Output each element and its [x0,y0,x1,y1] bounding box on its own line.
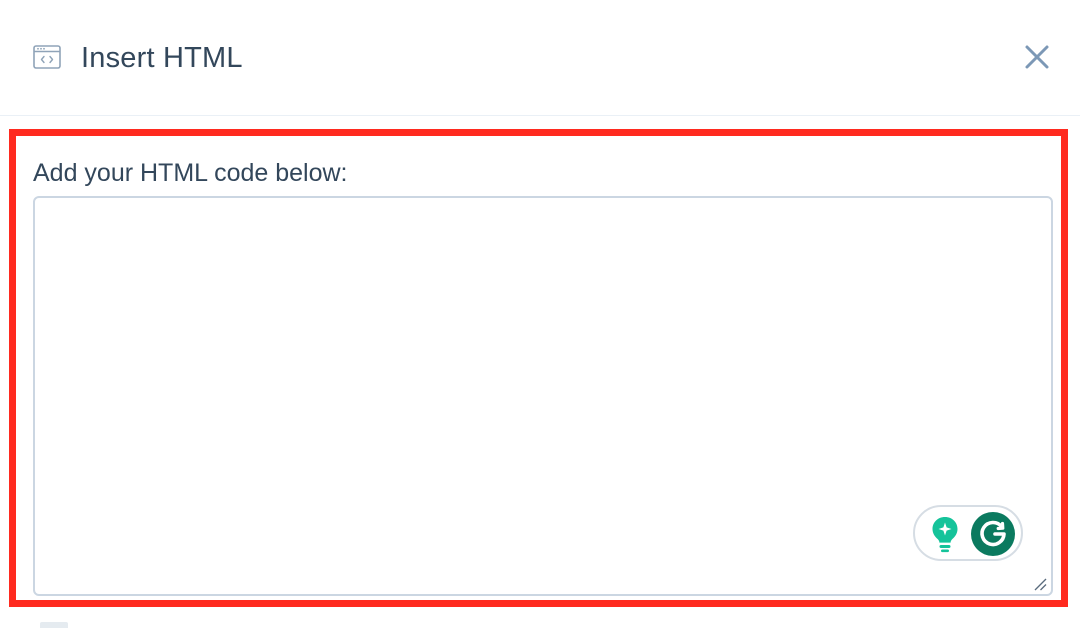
insert-html-dialog: Insert HTML Add your HTML code below: [0,0,1080,628]
html-code-input[interactable] [33,196,1053,596]
resize-handle-icon[interactable] [1032,576,1048,592]
code-window-icon [33,45,61,69]
dialog-title: Insert HTML [81,42,243,74]
checkbox-partial[interactable] [40,622,68,628]
lightbulb-icon[interactable] [929,515,961,553]
grammarly-widget [913,505,1023,561]
close-icon [1024,44,1050,75]
close-button[interactable] [1018,40,1056,78]
dialog-header: Insert HTML [0,0,1080,116]
grammarly-g-icon[interactable] [971,512,1015,556]
html-code-label: Add your HTML code below: [33,159,348,187]
